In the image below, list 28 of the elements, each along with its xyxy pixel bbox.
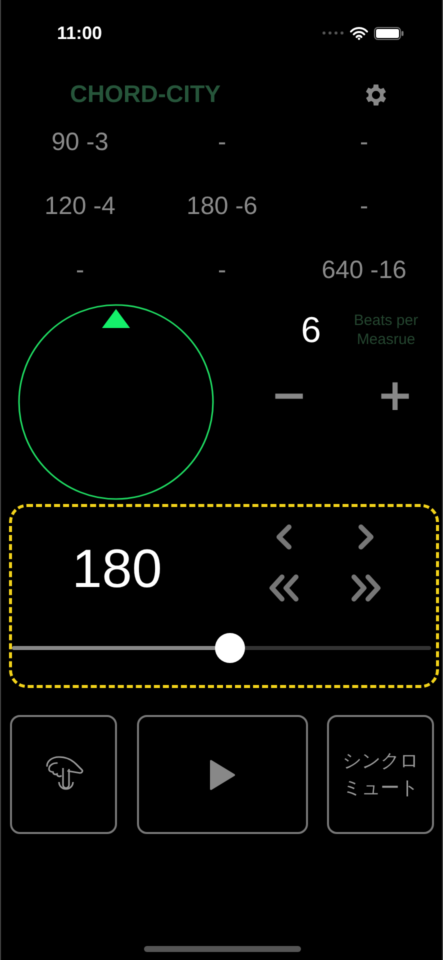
- beats-label: Beats per Measrue: [352, 311, 420, 349]
- app-title: CHORD-CITY: [70, 81, 221, 109]
- chevron-right-icon[interactable]: [356, 523, 376, 551]
- tempo-value: 180: [70, 538, 164, 600]
- preset-button[interactable]: 90 -3: [9, 110, 151, 174]
- sync-mute-button[interactable]: シンクロミュート: [327, 715, 434, 834]
- tempo-slider[interactable]: [12, 633, 431, 663]
- signal-icon: [322, 31, 344, 35]
- play-button[interactable]: [136, 715, 308, 834]
- minus-button[interactable]: −: [261, 370, 317, 421]
- battery-icon: [374, 26, 404, 40]
- preset-button[interactable]: 120 -4: [9, 174, 151, 238]
- play-icon: [209, 758, 235, 790]
- double-chevron-right-icon[interactable]: [349, 573, 383, 603]
- preset-button[interactable]: 180 -6: [151, 174, 293, 238]
- beats-value: 6: [300, 309, 322, 351]
- double-chevron-left-icon[interactable]: [267, 573, 301, 603]
- preset-button[interactable]: -: [151, 110, 293, 174]
- tap-button[interactable]: [10, 715, 117, 834]
- status-time: 11:00: [57, 22, 102, 44]
- plus-button[interactable]: +: [367, 370, 423, 421]
- wifi-icon: [350, 26, 368, 40]
- preset-button[interactable]: 640 -16: [293, 238, 435, 302]
- chevron-left-icon[interactable]: [274, 523, 294, 551]
- preset-button[interactable]: -: [151, 238, 293, 302]
- preset-button[interactable]: -: [293, 110, 435, 174]
- preset-button[interactable]: -: [293, 174, 435, 238]
- preset-button[interactable]: -: [9, 238, 151, 302]
